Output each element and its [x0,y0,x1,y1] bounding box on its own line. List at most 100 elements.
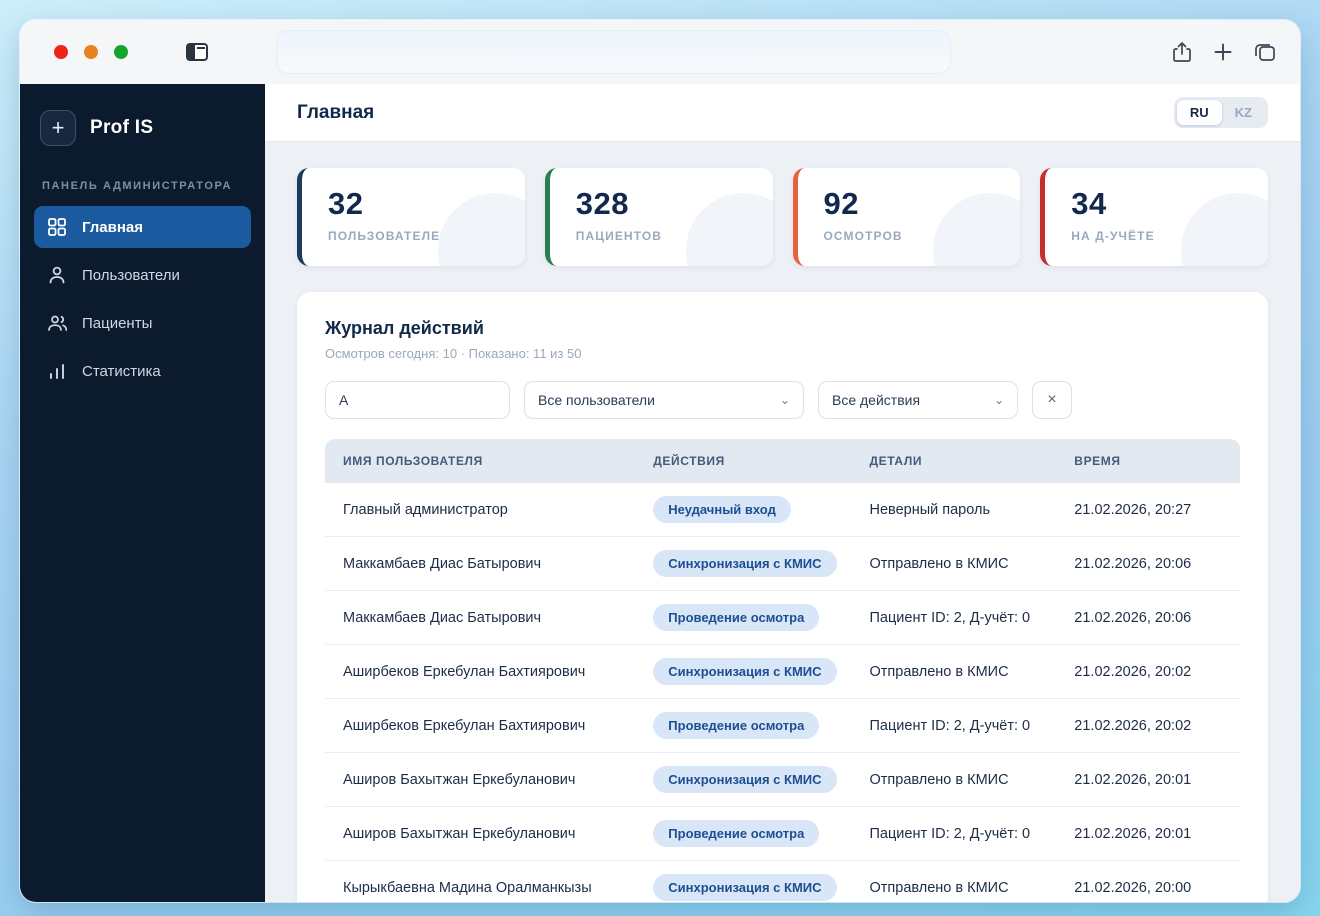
action-badge: Проведение осмотра [653,820,820,847]
cell-detail: Пациент ID: 2, Д-учёт: 0 [869,825,1031,842]
journal-card: Журнал действий Осмотров сегодня: 10 · П… [297,292,1268,902]
sidebar-item-label: Главная [82,218,144,236]
page-title: Главная [297,101,375,123]
cell-action: Проведение осмотра [653,604,869,631]
cell-user-name: Аширов Бахытжан Еркебуланович [343,825,576,842]
chevron-down-icon: ⌄ [779,393,790,407]
cell-user-name: Аширбеков Еркебулан Бахтиярович [343,663,586,680]
table-row: Кырыкбаевна Мадина Оралманкызы Синхрониза… [325,861,1240,902]
sidebar-nav: Главная Пользователи Пациенты Статистика [34,206,251,392]
cell-time: 21.02.2026, 20:02 [1074,663,1192,680]
sidebar-item-home[interactable]: Главная [34,206,251,248]
cell-user-name: Аширбеков Еркебулан Бахтиярович [343,717,586,734]
bar-chart-icon [46,360,68,382]
sidebar-item-label: Пользователи [82,266,180,284]
sidebar-item-patients[interactable]: Пациенты [34,302,251,344]
stat-card: 92 ОСМОТРОВ [792,168,1021,266]
action-badge: Неудачный вход [653,496,791,523]
stat-card: 328 ПАЦИЕНТОВ [544,168,773,266]
action-badge: Синхронизация с КМИС [653,550,837,577]
column-header: ИМЯ ПОЛЬЗОВАТЕЛЯ [343,454,483,468]
cell-time: 21.02.2026, 20:27 [1074,501,1192,518]
journal-table: ИМЯ ПОЛЬЗОВАТЕЛЯ ДЕЙСТВИЯ ДЕТАЛИ ВРЕМЯ Глав… [325,439,1240,902]
share-icon[interactable] [1172,41,1192,63]
user-icon [46,264,68,286]
cell-action: Синхронизация с КМИС [653,550,869,577]
zoom-button[interactable] [114,45,128,59]
action-badge: Синхронизация с КМИС [653,766,837,793]
cell-detail: Отправлено в КМИС [869,771,1009,788]
cell-detail: Отправлено в КМИС [869,555,1009,572]
sidebar-item-users[interactable]: Пользователи [34,254,251,296]
journal-filters: Все пользователи ⌄ Все действия ⌄ × [325,381,1240,419]
stat-card: 34 НА Д-УЧЁТЕ [1040,168,1268,266]
lang-kz-button[interactable]: KZ [1222,100,1265,125]
table-body: Главный администратор Неудачный вход Невер… [325,483,1240,902]
cell-action: Неудачный вход [653,496,869,523]
cell-action: Синхронизация с КМИС [653,658,869,685]
table-row: Маккамбаев Диас Батырович Проведение осмо… [325,591,1240,645]
titlebar [20,20,1300,84]
table-header: ИМЯ ПОЛЬЗОВАТЕЛЯ ДЕЙСТВИЯ ДЕТАЛИ ВРЕМЯ [325,439,1240,483]
column-header: ДЕЙСТВИЯ [653,454,725,468]
cell-time: 21.02.2026, 20:02 [1074,717,1192,734]
main-area: Главная RU KZ 32 ПОЛЬЗОВАТЕЛЕЙ 328 ПАЦИЕНТО… [265,84,1300,902]
cell-action: Проведение осмотра [653,820,869,847]
minimize-button[interactable] [84,45,98,59]
cell-user-name: Главный администратор [343,501,508,518]
action-badge: Проведение осмотра [653,712,820,739]
cell-action: Синхронизация с КМИС [653,766,869,793]
sidebar: + Prof IS ПАНЕЛЬ АДМИНИСТРАТОРА Главная П… [20,84,265,902]
users-icon [46,312,68,334]
app-logo: + Prof IS [34,106,251,172]
cell-detail: Пациент ID: 2, Д-учёт: 0 [869,717,1031,734]
clear-filters-button[interactable]: × [1032,381,1072,419]
language-toggle: RU KZ [1173,97,1268,128]
cell-action: Проведение осмотра [653,712,869,739]
app-name: Prof IS [90,117,154,138]
action-badge: Синхронизация с КМИС [653,658,837,685]
cell-time: 21.02.2026, 20:00 [1074,879,1192,896]
stat-card: 32 ПОЛЬЗОВАТЕЛЕЙ [297,168,525,266]
action-badge: Проведение осмотра [653,604,820,631]
new-tab-icon[interactable] [1214,43,1232,61]
chevron-down-icon: ⌄ [993,393,1004,407]
tab-overview-icon[interactable] [1254,42,1276,62]
grid-icon [46,216,68,238]
action-badge: Синхронизация с КМИС [653,874,837,901]
table-row: Главный администратор Неудачный вход Невер… [325,483,1240,537]
page-header: Главная RU KZ [265,84,1300,142]
cell-user-name: Аширов Бахытжан Еркебуланович [343,771,576,788]
cell-time: 21.02.2026, 20:01 [1074,825,1192,842]
sidebar-item-statistics[interactable]: Статистика [34,350,251,392]
journal-title: Журнал действий [325,318,484,338]
table-row: Аширов Бахытжан Еркебуланович Проведение … [325,807,1240,861]
app-window: + Prof IS ПАНЕЛЬ АДМИНИСТРАТОРА Главная П… [20,20,1300,902]
cell-detail: Отправлено в КМИС [869,879,1009,896]
table-row: Аширов Бахытжан Еркебуланович Синхронизац… [325,753,1240,807]
actions-filter-select[interactable]: Все действия ⌄ [818,381,1018,419]
cell-detail: Неверный пароль [869,501,991,518]
cell-user-name: Маккамбаев Диас Батырович [343,555,542,572]
lang-ru-button[interactable]: RU [1176,100,1222,125]
logo-plus-icon: + [40,110,76,146]
search-input[interactable] [325,381,510,419]
cell-time: 21.02.2026, 20:06 [1074,609,1192,626]
column-header: ДЕТАЛИ [869,454,923,468]
address-bar[interactable] [276,30,951,74]
sidebar-section-label: ПАНЕЛЬ АДМИНИСТРАТОРА [42,180,232,192]
sidebar-item-label: Статистика [82,362,161,380]
traffic-lights [54,45,128,59]
cell-user-name: Маккамбаев Диас Батырович [343,609,542,626]
cell-action: Синхронизация с КМИС [653,874,869,901]
cell-time: 21.02.2026, 20:01 [1074,771,1192,788]
cell-detail: Отправлено в КМИС [869,663,1009,680]
stats-row: 32 ПОЛЬЗОВАТЕЛЕЙ 328 ПАЦИЕНТОВ 92 ОСМОТРОВ 34 Н… [265,142,1300,266]
close-button[interactable] [54,45,68,59]
sidebar-toggle-icon[interactable] [186,43,208,61]
sidebar-item-label: Пациенты [82,314,153,332]
table-row: Аширбеков Еркебулан Бахтиярович Проведени… [325,699,1240,753]
table-row: Аширбеков Еркебулан Бахтиярович Синхрониз… [325,645,1240,699]
column-header: ВРЕМЯ [1074,454,1121,468]
users-filter-select[interactable]: Все пользователи ⌄ [524,381,804,419]
